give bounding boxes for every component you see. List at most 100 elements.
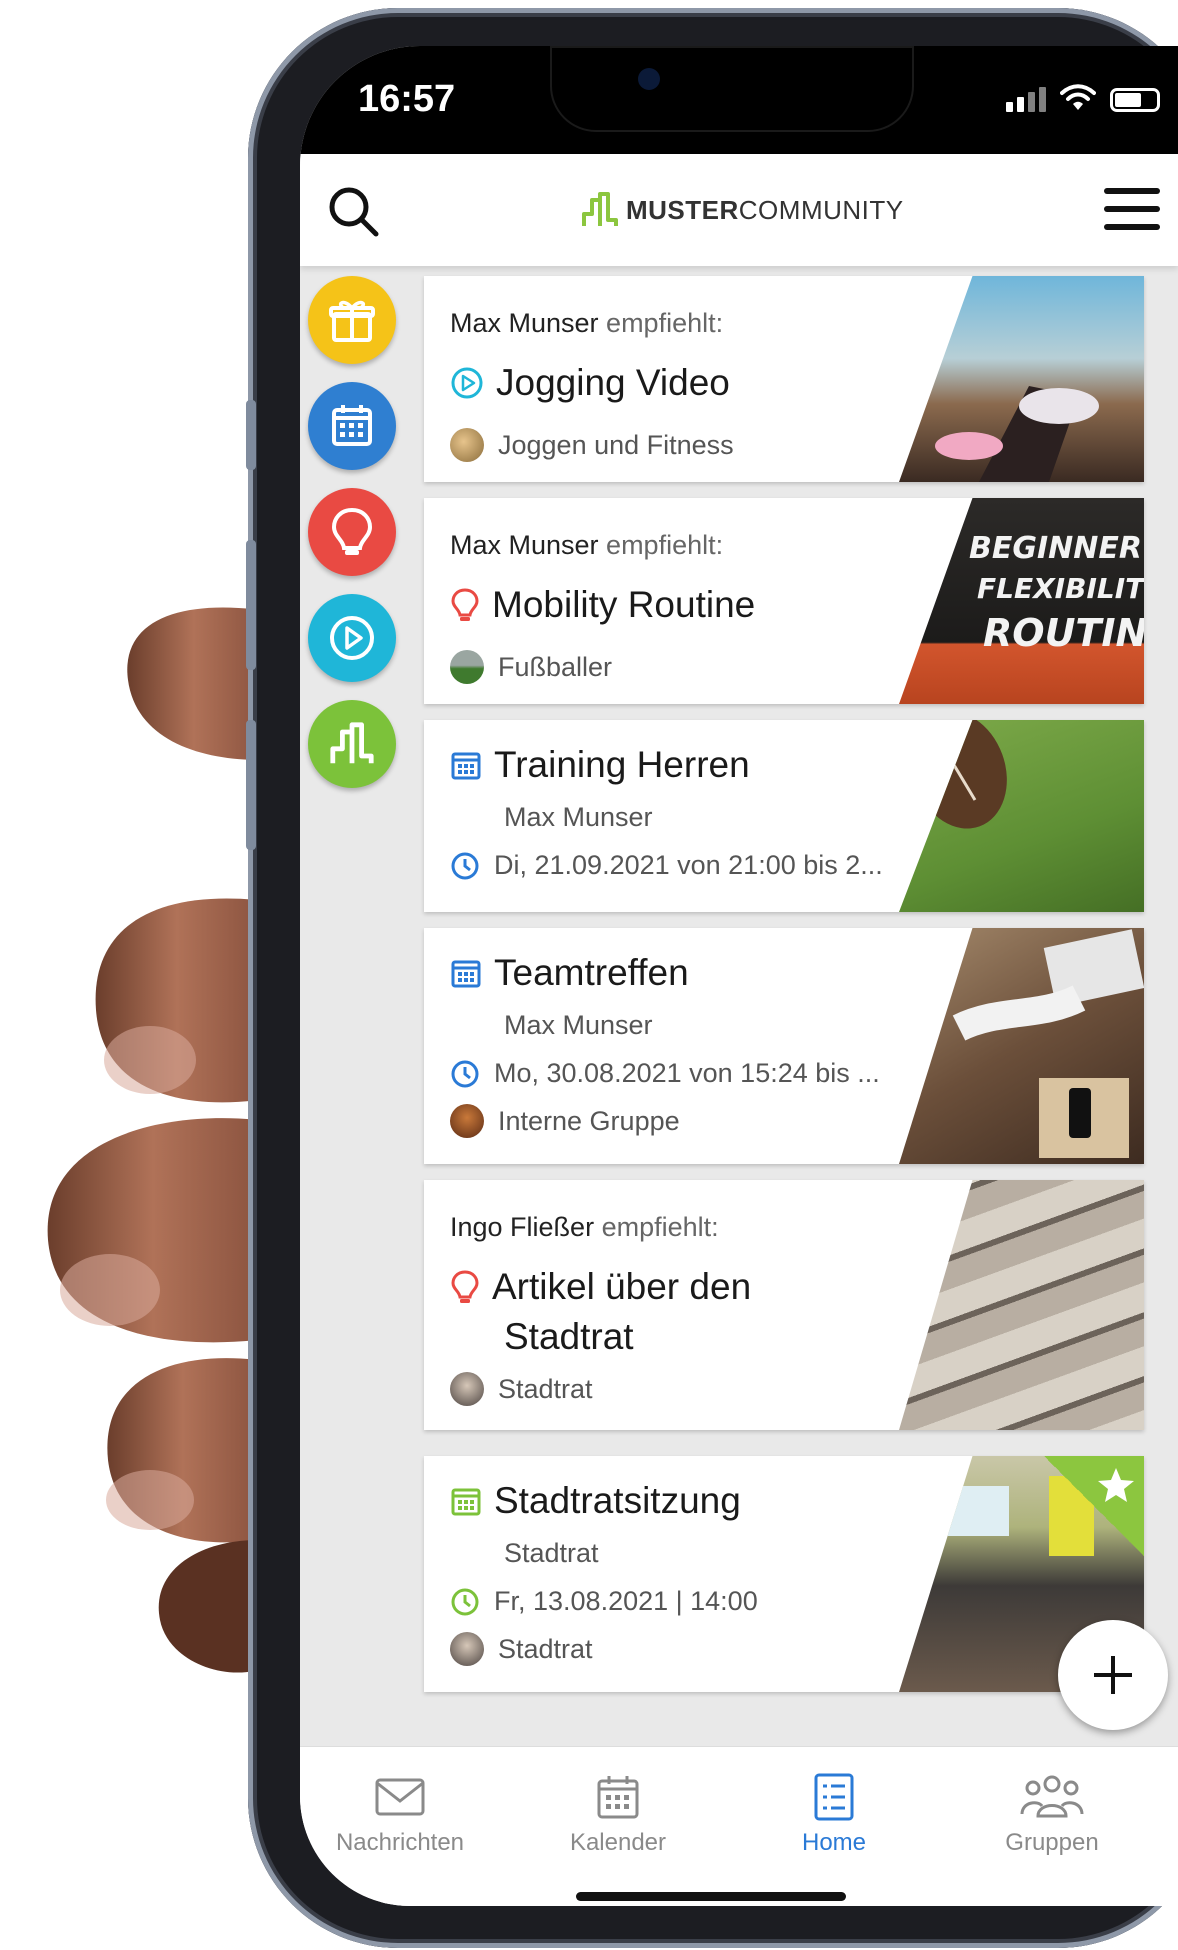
tab-nachrichten[interactable]: Nachrichten: [300, 1771, 500, 1857]
calendar-icon: [451, 1488, 481, 1516]
feed-card[interactable]: Stadtratsitzung Stadtrat Fr, 13.08.2021 …: [424, 1456, 1144, 1692]
recommender-suffix: empfiehlt:: [598, 530, 724, 560]
group-avatar: [450, 1632, 484, 1666]
group-name: Stadtrat: [498, 1633, 593, 1664]
calendar-icon: [597, 1776, 639, 1819]
feed-card[interactable]: Training Herren Max Munser Di, 21.09.202…: [424, 720, 1144, 912]
hamburger-menu-icon[interactable]: [1104, 188, 1160, 234]
notch: [550, 46, 914, 132]
camera-icon: [638, 68, 660, 90]
group-avatar: [450, 650, 484, 684]
app-header: MUSTERCOMMUNITY: [300, 154, 1178, 266]
organizer-name: Stadtrat: [504, 1538, 599, 1568]
card-title: Jogging Video: [450, 362, 730, 404]
card-title-text: Stadtratsitzung: [494, 1480, 741, 1521]
group-name: Fußballer: [498, 651, 613, 682]
users-icon: [1020, 1775, 1084, 1818]
group-name: Interne Gruppe: [498, 1105, 680, 1136]
feed-card[interactable]: Teamtreffen Max Munser Mo, 30.08.2021 vo…: [424, 928, 1144, 1164]
card-title-text: Artikel über den: [492, 1266, 752, 1307]
svg-text:BEGINNER: BEGINNER: [969, 531, 1142, 566]
recommender-suffix: empfiehlt:: [598, 308, 724, 338]
card-recommender: Ingo Fließer empfiehlt:: [450, 1212, 719, 1243]
phone-side-button: [246, 540, 256, 670]
phone-side-button: [246, 720, 256, 850]
wifi-icon: [1060, 84, 1096, 110]
gift-quick-button[interactable]: [308, 276, 396, 364]
card-title: Stadtratsitzung: [450, 1480, 741, 1522]
card-thumbnail-image: [899, 1180, 1144, 1430]
calendar-quick-button[interactable]: [308, 382, 396, 470]
star-icon: [1098, 1468, 1134, 1502]
favorite-star-badge: [1044, 1456, 1144, 1556]
group-avatar: [450, 1372, 484, 1406]
feed-card[interactable]: Ingo Fließer empfiehlt: Artikel über den…: [424, 1180, 1144, 1430]
card-time: Mo, 30.08.2021 von 15:24 bis ...: [450, 1058, 880, 1089]
card-time: Fr, 13.08.2021 | 14:00: [450, 1586, 758, 1617]
phone-side-button: [246, 400, 256, 470]
list-icon: [814, 1773, 854, 1821]
card-thumbnail-image: [899, 928, 1144, 1164]
recommender-name: Max Munser: [450, 530, 599, 560]
status-bar: 16:57: [300, 46, 1178, 154]
logo-bold: MUSTER: [626, 194, 739, 225]
gift-icon: [329, 300, 375, 342]
card-title-text: Mobility Routine: [492, 584, 756, 625]
play-circle-icon: [451, 367, 483, 399]
group-name: Stadtrat: [498, 1373, 593, 1404]
feed-card[interactable]: Max Munser empfiehlt: Mobility Routine F…: [424, 498, 1144, 704]
card-title-text: Teamtreffen: [494, 952, 689, 993]
status-time: 16:57: [358, 78, 456, 120]
logo-text: MUSTERCOMMUNITY: [626, 195, 904, 226]
event-time: Di, 21.09.2021 von 21:00 bis 2...: [494, 850, 883, 880]
card-recommender: Max Munser empfiehlt:: [450, 308, 723, 339]
card-title-text: Training Herren: [494, 744, 750, 785]
card-group: Interne Gruppe: [450, 1104, 680, 1138]
clock-icon: [451, 1060, 479, 1087]
tab-home[interactable]: Home: [734, 1771, 934, 1857]
card-title-text: Stadtrat: [504, 1316, 634, 1357]
recommender-name: Ingo Fließer: [450, 1212, 595, 1242]
card-group: Stadtrat: [450, 1632, 593, 1666]
group-avatar: [450, 1104, 484, 1138]
card-title-text: Jogging Video: [496, 362, 730, 403]
card-thumbnail-image: [899, 720, 1144, 912]
tab-gruppen[interactable]: Gruppen: [952, 1771, 1152, 1857]
search-icon[interactable]: [324, 182, 384, 242]
event-time: Mo, 30.08.2021 von 15:24 bis ...: [494, 1058, 880, 1088]
card-title: Mobility Routine: [450, 584, 755, 626]
card-title-line2: Stadtrat: [504, 1316, 634, 1358]
card-title: Teamtreffen: [450, 952, 689, 994]
card-thumbnail-image: [899, 276, 1144, 482]
quick-action-bar: [308, 276, 400, 806]
logo-regular: COMMUNITY: [738, 194, 904, 225]
tab-label: Kalender: [569, 1829, 667, 1856]
plus-icon: [1094, 1656, 1132, 1694]
group-name: Joggen und Fitness: [498, 429, 734, 460]
recommender-name: Max Munser: [450, 308, 599, 338]
signal-icon: [1006, 87, 1046, 112]
card-time: Di, 21.09.2021 von 21:00 bis 2...: [450, 850, 883, 881]
svg-text:ROUTINE: ROUTINE: [983, 611, 1144, 655]
play-icon: [330, 616, 374, 660]
organizer-name: Max Munser: [504, 802, 653, 832]
event-time: Fr, 13.08.2021 | 14:00: [494, 1586, 758, 1616]
phone-screen: 16:57 MUSTERCOMMUNITY Max Munser empfieh…: [300, 46, 1178, 1906]
lightbulb-icon: [331, 507, 373, 555]
idea-quick-button[interactable]: [308, 488, 396, 576]
organizer-name: Max Munser: [504, 1010, 653, 1040]
bottom-tab-bar: Nachrichten Kalender Home Gruppen: [300, 1746, 1178, 1906]
add-button[interactable]: [1058, 1620, 1168, 1730]
card-recommender: Max Munser empfiehlt:: [450, 530, 723, 561]
calendar-icon: [451, 960, 481, 988]
feed-card[interactable]: Max Munser empfiehlt: Jogging Video Jogg…: [424, 276, 1144, 482]
card-group: Joggen und Fitness: [450, 428, 734, 462]
video-quick-button[interactable]: [308, 594, 396, 682]
tab-kalender[interactable]: Kalender: [518, 1771, 718, 1857]
card-organizer: Stadtrat: [504, 1538, 599, 1569]
feed-area: Max Munser empfiehlt: Jogging Video Jogg…: [300, 266, 1178, 1746]
community-logo-icon: [582, 192, 618, 226]
card-title: Artikel über den: [450, 1266, 751, 1308]
community-quick-button[interactable]: [308, 700, 396, 788]
card-organizer: Max Munser: [504, 1010, 653, 1041]
